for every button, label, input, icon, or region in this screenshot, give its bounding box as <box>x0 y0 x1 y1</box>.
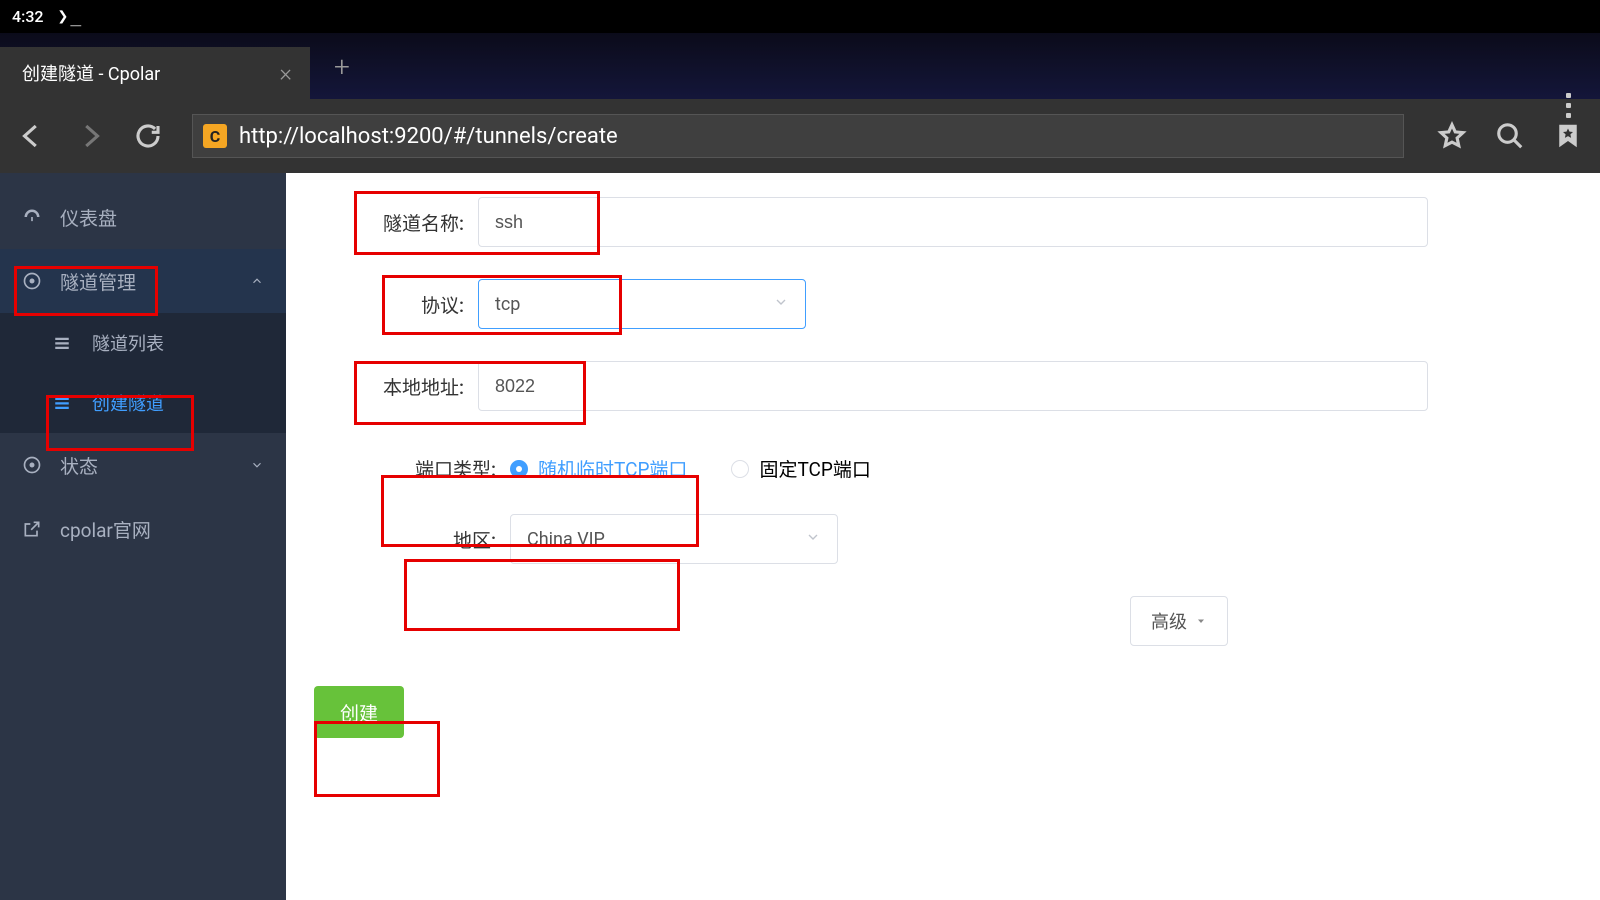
sidebar-item-label: 状态 <box>60 452 264 479</box>
back-button[interactable] <box>14 118 50 154</box>
sidebar-item-label: 仪表盘 <box>60 204 264 231</box>
row-port-type: 端口类型: 随机临时TCP端口 固定TCP端口 <box>314 455 1572 482</box>
chevron-down-icon <box>773 294 789 315</box>
main-content: 隧道名称: 协议: tcp 本地地址: 端口类型: 随机临时TCP端口 <box>286 173 1600 900</box>
radio-fixed-port[interactable]: 固定TCP端口 <box>731 455 870 482</box>
dashboard-icon <box>22 207 42 227</box>
browser-tab[interactable]: 创建隧道 - Cpolar × <box>0 47 310 99</box>
radio-icon <box>731 460 749 478</box>
radio-label: 固定TCP端口 <box>759 455 870 482</box>
terminal-prompt-icon: ❯_ <box>58 6 84 27</box>
protocol-label: 协议: <box>314 291 478 318</box>
radio-label: 随机临时TCP端口 <box>538 455 687 482</box>
search-icon[interactable] <box>1492 118 1528 154</box>
external-link-icon <box>22 519 42 539</box>
browser-menu-button[interactable] <box>1554 93 1582 118</box>
create-button[interactable]: 创建 <box>314 686 404 738</box>
browser-tab-strip: 创建隧道 - Cpolar × + <box>0 33 1600 99</box>
sidebar-item-official-site[interactable]: cpolar官网 <box>0 497 286 561</box>
port-type-label: 端口类型: <box>314 455 510 482</box>
url-text: http://localhost:9200/#/tunnels/create <box>239 124 618 149</box>
row-protocol: 协议: tcp <box>314 279 1572 329</box>
site-favicon: C <box>203 124 227 148</box>
star-icon[interactable] <box>1434 118 1470 154</box>
row-local-addr: 本地地址: <box>314 361 1572 411</box>
grid-icon <box>52 393 72 413</box>
browser-toolbar: C http://localhost:9200/#/tunnels/create <box>0 99 1600 173</box>
device-status-bar: 4:32 ❯_ <box>0 0 1600 33</box>
list-icon <box>52 333 72 353</box>
forward-button <box>72 118 108 154</box>
sidebar-item-label: 隧道管理 <box>60 268 264 295</box>
sidebar-item-tunnel-list[interactable]: 隧道列表 <box>0 313 286 373</box>
chevron-down-icon <box>250 454 264 477</box>
bookmark-icon[interactable] <box>1550 118 1586 154</box>
sidebar-item-dashboard[interactable]: 仪表盘 <box>0 185 286 249</box>
caret-down-icon <box>1195 615 1207 627</box>
row-submit: 创建 <box>314 686 1572 738</box>
sidebar-item-label: 创建隧道 <box>92 390 164 416</box>
sidebar-item-label: 隧道列表 <box>92 330 164 356</box>
app-container: 仪表盘 隧道管理 隧道列表 创建隧道 <box>0 173 1600 900</box>
sidebar: 仪表盘 隧道管理 隧道列表 创建隧道 <box>0 173 286 900</box>
row-advanced: 高级 <box>1130 596 1572 646</box>
region-select[interactable]: China VIP <box>510 514 838 564</box>
region-value: China VIP <box>527 529 605 550</box>
tab-title: 创建隧道 - Cpolar <box>22 60 160 86</box>
status-time: 4:32 <box>12 7 44 26</box>
radio-icon <box>510 460 528 478</box>
new-tab-button[interactable]: + <box>310 50 374 83</box>
radio-random-port[interactable]: 随机临时TCP端口 <box>510 455 687 482</box>
chevron-down-icon <box>805 529 821 550</box>
target-icon <box>22 271 42 291</box>
sidebar-item-tunnel-mgmt[interactable]: 隧道管理 <box>0 249 286 313</box>
advanced-label: 高级 <box>1151 608 1187 634</box>
port-type-radio-group: 随机临时TCP端口 固定TCP端口 <box>510 455 871 482</box>
tunnel-name-label: 隧道名称: <box>314 209 478 236</box>
advanced-button[interactable]: 高级 <box>1130 596 1228 646</box>
sidebar-item-create-tunnel[interactable]: 创建隧道 <box>0 373 286 433</box>
tunnel-name-input[interactable] <box>478 197 1428 247</box>
protocol-select[interactable]: tcp <box>478 279 806 329</box>
reload-button[interactable] <box>130 118 166 154</box>
sidebar-item-status[interactable]: 状态 <box>0 433 286 497</box>
chevron-up-icon <box>250 270 264 293</box>
close-icon[interactable]: × <box>279 59 292 87</box>
row-tunnel-name: 隧道名称: <box>314 197 1572 247</box>
sidebar-item-label: cpolar官网 <box>60 516 264 543</box>
row-region: 地区: China VIP <box>314 514 1572 564</box>
protocol-value: tcp <box>495 294 520 315</box>
address-bar[interactable]: C http://localhost:9200/#/tunnels/create <box>192 114 1404 158</box>
target-icon <box>22 455 42 475</box>
region-label: 地区: <box>314 526 510 553</box>
local-addr-input[interactable] <box>478 361 1428 411</box>
local-addr-label: 本地地址: <box>314 373 478 400</box>
